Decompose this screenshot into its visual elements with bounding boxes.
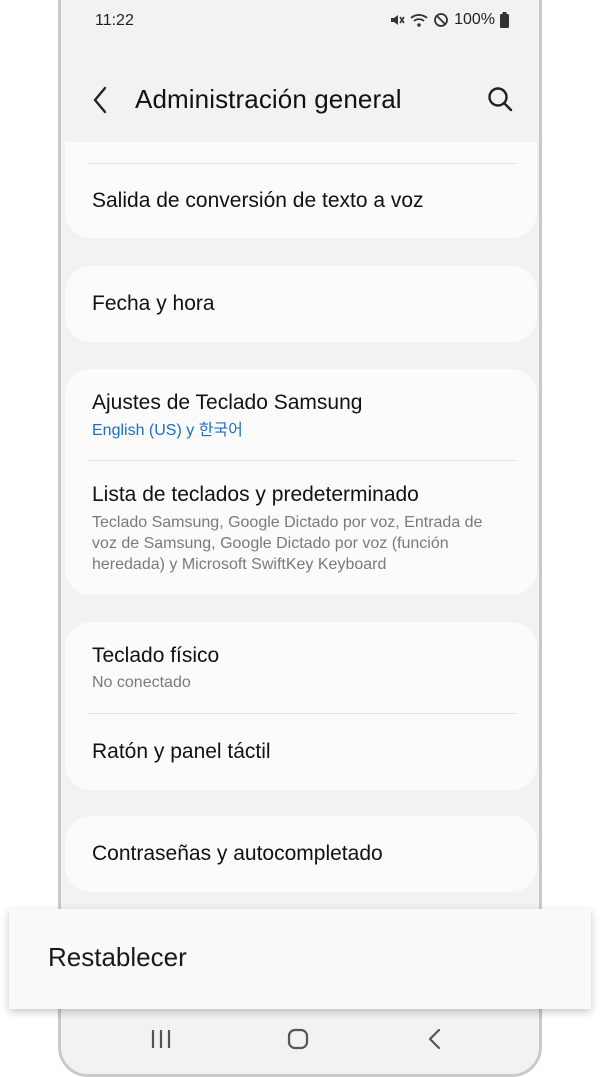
status-icons: 100% (389, 11, 509, 29)
list-item-title: Ratón y panel táctil (92, 740, 271, 763)
list-item-title: Salida de conversión de texto a voz (92, 189, 424, 212)
list-item-keyboard-list[interactable]: Lista de teclados y predeterminado Tecla… (65, 461, 537, 575)
card-input-devices: Teclado físico No conectado Ratón y pane… (65, 622, 537, 790)
list-item-subtitle: English (US) y 한국어 (92, 422, 243, 439)
list-item-physical-keyboard[interactable]: Teclado físico No conectado (65, 622, 537, 713)
card-keyboards: Ajustes de Teclado Samsung English (US) … (65, 369, 537, 595)
list-item-title: Lista de teclados y predeterminado (92, 483, 419, 506)
battery-level: 100% (454, 11, 495, 28)
search-button[interactable] (485, 84, 515, 114)
card-tts: Salida de conversión de texto a voz (65, 142, 537, 238)
recent-apps-icon (151, 1030, 171, 1048)
list-item-samsung-keyboard[interactable]: Ajustes de Teclado Samsung English (US) … (65, 369, 537, 461)
back-nav-button[interactable] (424, 1028, 446, 1055)
list-item-mouse-trackpad[interactable]: Ratón y panel táctil (65, 713, 537, 790)
battery-icon (500, 12, 509, 28)
home-button[interactable] (287, 1028, 309, 1055)
list-item-title: Teclado físico (92, 644, 220, 667)
home-icon (287, 1028, 309, 1050)
list-item-subtitle: No conectado (92, 674, 191, 691)
list-item-tts-output[interactable]: Salida de conversión de texto a voz (65, 142, 537, 238)
list-item-reset-highlight[interactable]: Restablecer (9, 909, 591, 1009)
recent-apps-button[interactable] (150, 1028, 172, 1055)
list-item-title: Ajustes de Teclado Samsung (92, 391, 363, 414)
list-item-title: Fecha y hora (92, 292, 215, 315)
navigation-bar (61, 1004, 539, 1074)
mute-icon (389, 12, 405, 28)
card-date-time: Fecha y hora (65, 266, 537, 342)
list-item-title: Contraseñas y autocompletado (92, 842, 383, 865)
card-passwords: Contraseñas y autocompletado (65, 816, 537, 892)
status-bar: 11:22 100% (61, 8, 539, 32)
search-icon (488, 87, 513, 112)
wifi-icon (410, 12, 428, 28)
page-title: Administración general (135, 84, 402, 114)
list-item-subtitle: Teclado Samsung, Google Dictado por voz,… (92, 514, 483, 573)
list-item-passwords-autofill[interactable]: Contraseñas y autocompletado (65, 816, 537, 892)
reset-label: Restablecer (48, 942, 187, 972)
status-time: 11:22 (95, 12, 134, 29)
list-item-date-time[interactable]: Fecha y hora (65, 266, 537, 342)
back-arrow-icon (93, 86, 107, 114)
do-not-disturb-icon (433, 12, 449, 28)
app-header: Administración general (61, 70, 539, 130)
back-nav-icon (428, 1028, 441, 1050)
back-button[interactable] (87, 84, 115, 116)
